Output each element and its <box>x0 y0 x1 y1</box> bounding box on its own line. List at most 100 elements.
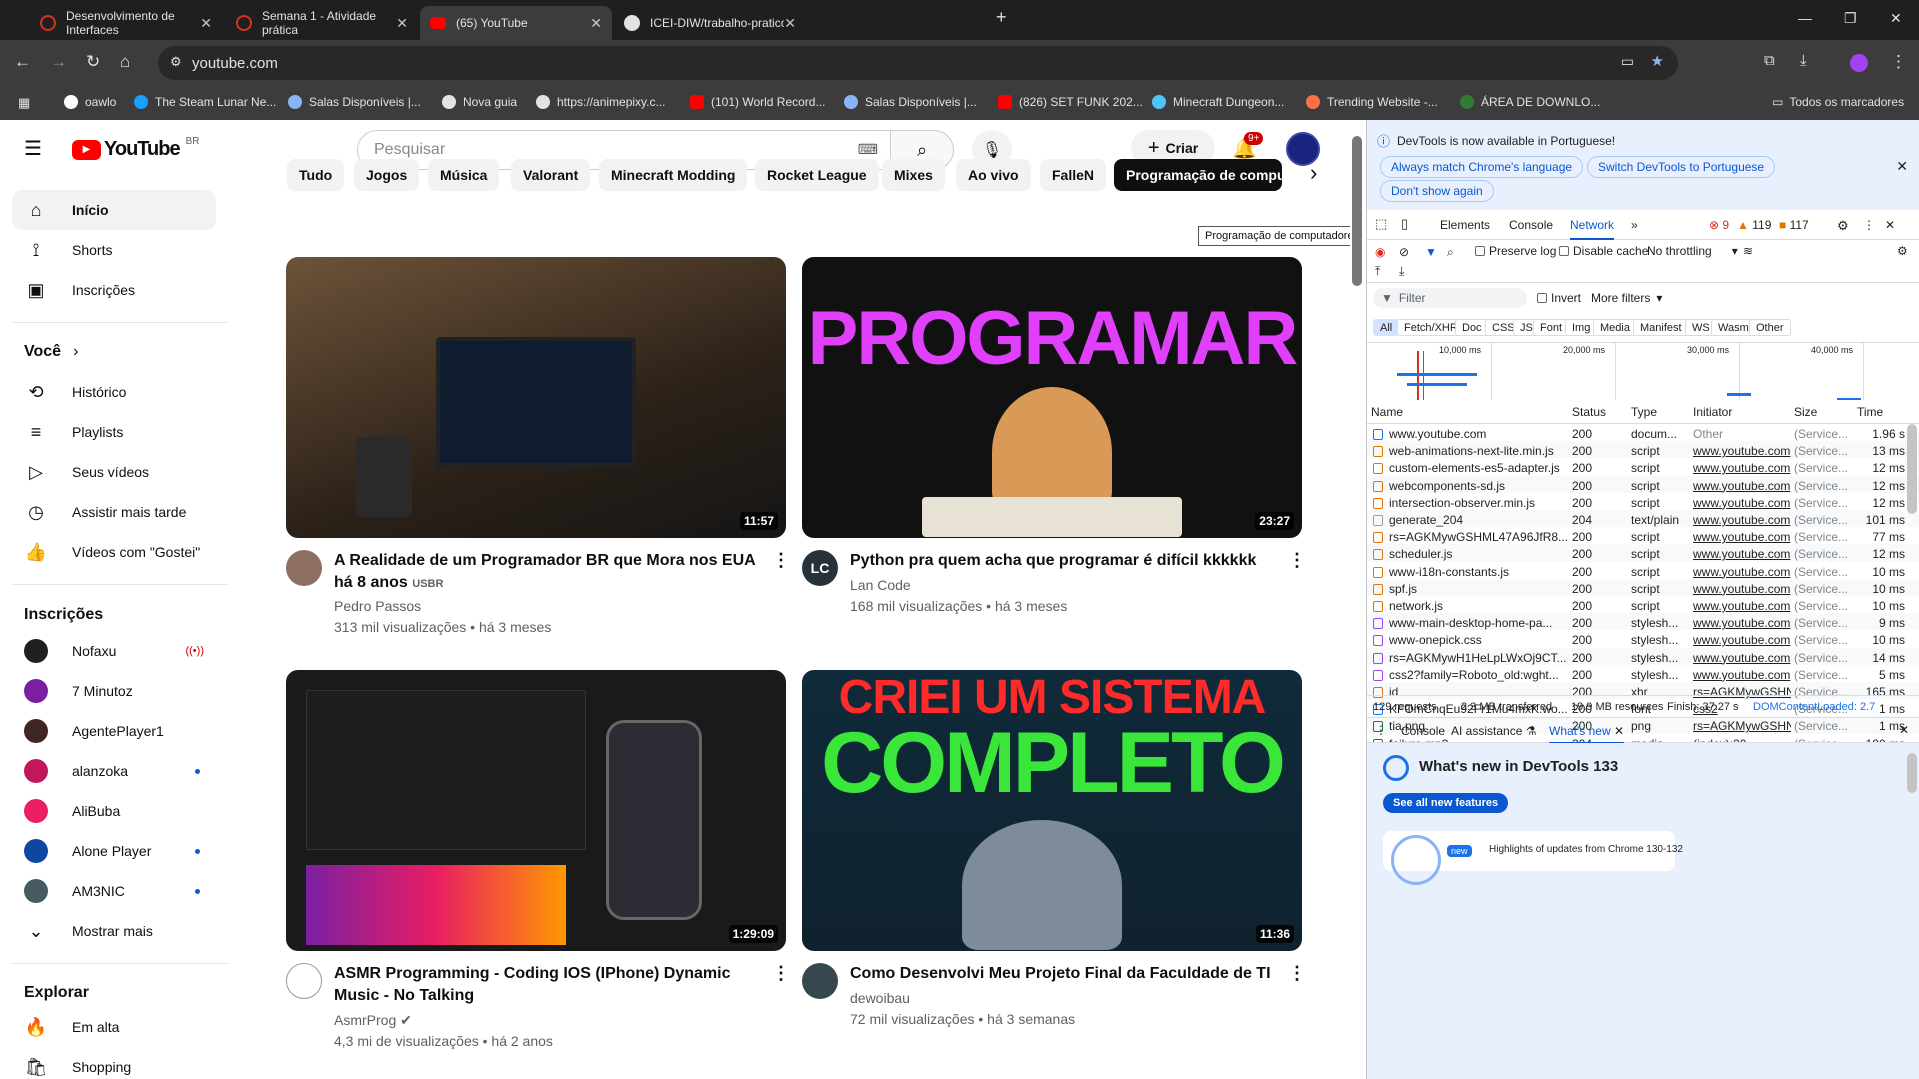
see-all-features-button[interactable]: See all new features <box>1383 793 1509 813</box>
filter-type-all[interactable]: All <box>1373 319 1400 336</box>
sidebar-item-playlists[interactable]: ≡ Playlists <box>12 412 216 452</box>
sidebar-item-home[interactable]: ⌂ Início <box>12 190 216 230</box>
device-toolbar-icon[interactable]: ▯ <box>1401 216 1408 232</box>
dont-show-again-button[interactable]: Don't show again <box>1380 180 1494 202</box>
filter-type[interactable]: Manifest <box>1633 319 1689 336</box>
request-initiator[interactable]: www.youtube.com <box>1693 633 1791 647</box>
disable-cache-checkbox[interactable] <box>1559 246 1569 256</box>
all-bookmarks[interactable]: ▭ Todos os marcadores <box>1772 95 1904 109</box>
request-initiator[interactable]: www.youtube.com <box>1693 496 1791 510</box>
channel-avatar[interactable] <box>286 550 322 586</box>
network-settings-icon[interactable]: ⚙ <box>1897 244 1908 258</box>
filter-type[interactable]: Font <box>1533 319 1570 336</box>
channel-name[interactable]: Lan Code <box>850 575 911 595</box>
video-thumbnail[interactable]: 11:57 <box>286 257 786 538</box>
settings-gear-icon[interactable]: ⚙ <box>1837 218 1849 234</box>
warning-count[interactable]: ▲ 119 <box>1737 218 1771 232</box>
drawer-tab-whats-new[interactable]: What's new ✕ <box>1549 724 1625 744</box>
devtools-menu-icon[interactable]: ⋮ <box>1863 218 1875 232</box>
close-tab-icon[interactable]: ✕ <box>200 15 212 32</box>
subscription-channel[interactable]: Alone Player <box>12 831 216 871</box>
request-initiator[interactable]: www.youtube.com <box>1693 530 1791 544</box>
issue-count[interactable]: ■ 117 <box>1779 218 1809 232</box>
drawer-scrollbar-thumb[interactable] <box>1907 753 1917 793</box>
request-initiator[interactable]: www.youtube.com <box>1693 582 1791 596</box>
request-initiator[interactable]: www.youtube.com <box>1693 651 1791 665</box>
chip[interactable]: Valorant <box>511 159 591 191</box>
chip[interactable]: FalleN <box>1040 159 1107 191</box>
channel-avatar[interactable]: LC <box>802 550 838 586</box>
switch-language-button[interactable]: Switch DevTools to Portuguese <box>1587 156 1776 178</box>
keyboard-icon[interactable]: ⌨ <box>858 141 878 158</box>
bookmark-item[interactable]: The Steam Lunar Ne... <box>134 95 276 109</box>
sidebar-item-subscriptions[interactable]: ▣ Inscrições <box>12 270 216 310</box>
filter-type[interactable]: Doc <box>1455 319 1489 336</box>
chip-selected[interactable]: Programação de comput <box>1114 159 1282 191</box>
filter-icon[interactable]: ▼ <box>1425 245 1437 259</box>
browser-menu-icon[interactable]: ⋮ <box>1890 52 1907 72</box>
sidebar-item-shopping[interactable]: 🛍 Shopping <box>12 1047 216 1079</box>
tab-console[interactable]: Console <box>1509 218 1553 232</box>
extensions-icon[interactable]: ⧉ <box>1764 52 1775 69</box>
subscription-channel[interactable]: AliBuba <box>12 791 216 831</box>
new-tab-icon[interactable]: + <box>996 7 1007 28</box>
request-initiator[interactable]: www.youtube.com <box>1693 668 1791 682</box>
inspect-icon[interactable]: ⬚ <box>1375 216 1387 232</box>
bookmark-item[interactable]: Salas Disponíveis |... <box>288 95 421 109</box>
address-bar[interactable]: ⚙ youtube.com ▭ ★ <box>158 46 1678 80</box>
search-icon[interactable]: ⌕ <box>1447 245 1454 260</box>
video-thumbnail[interactable]: CRIEI UM SISTEMA COMPLETO 11:36 <box>802 670 1302 951</box>
bookmark-item[interactable]: (826) SET FUNK 202... <box>998 95 1143 109</box>
bookmark-item[interactable]: Minecraft Dungeon... <box>1152 95 1284 109</box>
close-banner-icon[interactable]: ✕ <box>1896 158 1908 175</box>
sidebar-item-shorts[interactable]: ⟟ Shorts <box>12 230 216 270</box>
sidebar-item-your-videos[interactable]: ▷ Seus vídeos <box>12 452 216 492</box>
column-header-type[interactable]: Type <box>1631 405 1657 419</box>
drawer-tab-ai-assistance[interactable]: AI assistance ⚗ <box>1451 724 1536 738</box>
video-title[interactable]: Como Desenvolvi Meu Projeto Final da Fac… <box>850 963 1280 985</box>
close-tab-icon[interactable]: ✕ <box>1614 724 1624 738</box>
channel-avatar[interactable] <box>802 963 838 999</box>
sidebar-item-history[interactable]: ⟲ Histórico <box>12 372 216 412</box>
back-icon[interactable]: ← <box>14 52 31 72</box>
more-options-icon[interactable]: ⋮ <box>772 963 790 984</box>
drawer-menu-icon[interactable]: ⋮ <box>1375 723 1387 737</box>
subscription-channel[interactable]: 7 Minutoz <box>12 671 216 711</box>
tab-network[interactable]: Network <box>1570 218 1615 240</box>
import-har-icon[interactable]: ⤒ <box>1375 264 1380 279</box>
channel-name[interactable]: AsmrProg ✔ <box>334 1010 412 1030</box>
column-header-status[interactable]: Status <box>1572 405 1606 419</box>
browser-tab[interactable]: Desenvolvimento de Interfaces ✕ <box>30 6 222 40</box>
column-header-size[interactable]: Size <box>1794 405 1817 419</box>
reload-icon[interactable]: ↻ <box>86 52 100 72</box>
table-scrollbar-thumb[interactable] <box>1907 424 1917 514</box>
forward-icon[interactable]: → <box>50 52 67 72</box>
bookmark-item[interactable]: oawlo <box>64 95 116 109</box>
close-tab-icon[interactable]: ✕ <box>396 15 408 32</box>
throttling-select[interactable]: No throttling ▾ <box>1647 244 1738 258</box>
video-title[interactable]: ASMR Programming - Coding IOS (IPhone) D… <box>334 963 764 1007</box>
download-icon[interactable]: ⤓ <box>1800 52 1807 69</box>
profile-avatar[interactable] <box>1850 54 1868 72</box>
subscription-channel[interactable]: alanzoka <box>12 751 216 791</box>
invert-checkbox[interactable] <box>1537 293 1547 303</box>
chip[interactable]: Rocket League <box>755 159 879 191</box>
subscription-channel[interactable]: AM3NIC <box>12 871 216 911</box>
bookmark-item[interactable]: (101) World Record... <box>690 95 826 109</box>
filter-type[interactable]: Other <box>1749 319 1791 336</box>
subscription-channel[interactable]: Nofaxu ((•)) <box>12 631 216 671</box>
bookmark-star-icon[interactable]: ★ <box>1651 52 1664 70</box>
channel-name[interactable]: Pedro Passos <box>334 596 421 616</box>
more-filters-dropdown[interactable]: More filters ▾ <box>1591 291 1662 305</box>
chip[interactable]: Minecraft Modding <box>599 159 748 191</box>
browser-tab[interactable]: ICEI-DIW/trabalho-pratico-sem ✕ <box>614 6 806 40</box>
browser-tab-active[interactable]: (65) YouTube ✕ <box>420 6 612 40</box>
scrollbar-thumb[interactable] <box>1352 136 1362 286</box>
request-initiator[interactable]: www.youtube.com <box>1693 547 1791 561</box>
error-count[interactable]: ⊗ 9 <box>1709 218 1729 232</box>
preserve-log-checkbox[interactable] <box>1475 246 1485 256</box>
close-tab-icon[interactable]: ✕ <box>590 15 602 32</box>
filter-type[interactable]: Media <box>1593 319 1637 336</box>
more-options-icon[interactable]: ⋮ <box>1288 963 1306 984</box>
video-title[interactable]: A Realidade de um Programador BR que Mor… <box>334 550 764 595</box>
